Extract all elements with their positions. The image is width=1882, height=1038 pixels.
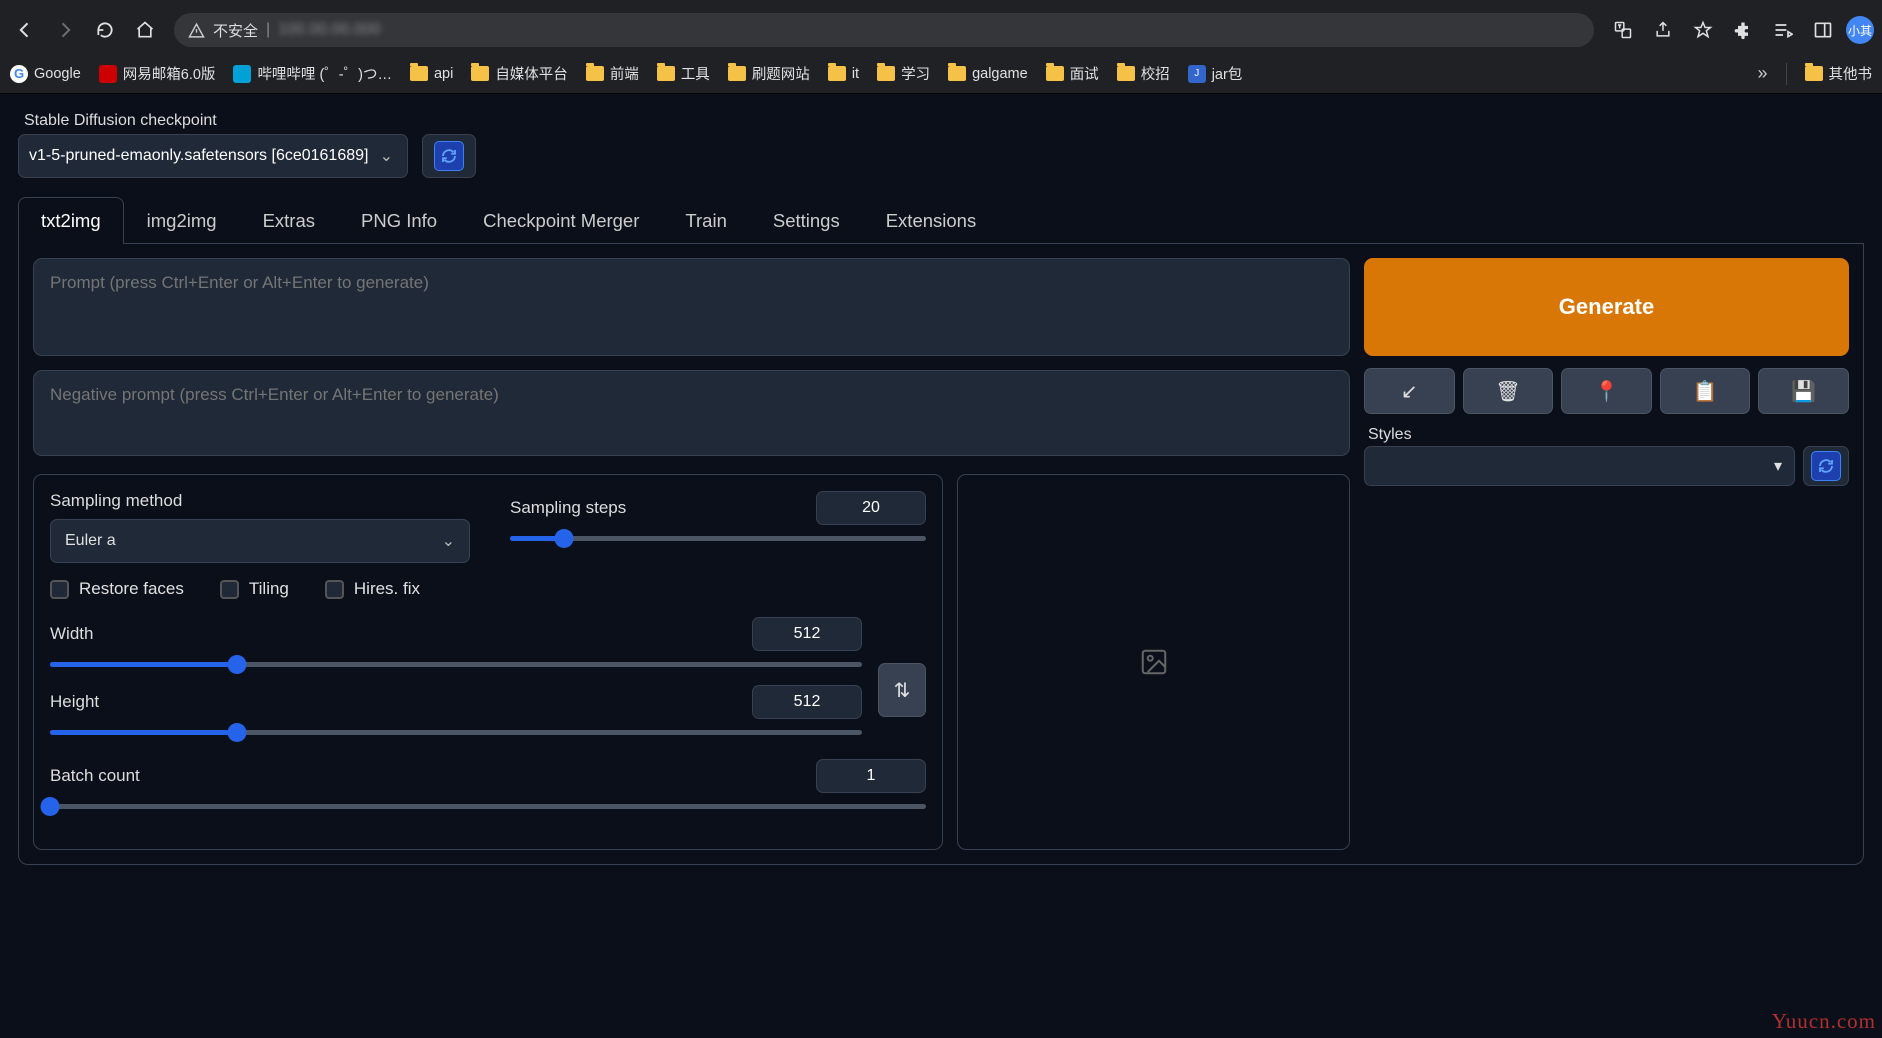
save-button[interactable]: 💾: [1758, 368, 1849, 414]
batch-count-value[interactable]: 1: [816, 759, 926, 793]
negative-prompt-input[interactable]: [33, 370, 1350, 456]
refresh-icon: [434, 141, 464, 171]
sidepanel-icon[interactable]: [1806, 13, 1840, 47]
bookmark-icon: G: [10, 65, 28, 83]
width-slider[interactable]: [50, 657, 862, 671]
tab-png-info[interactable]: PNG Info: [338, 197, 460, 244]
styles-select[interactable]: ▾: [1364, 446, 1795, 486]
tab-txt2img[interactable]: txt2img: [18, 197, 124, 244]
bookmarks-overflow[interactable]: »: [1757, 63, 1767, 84]
bookmark-icon: J: [1188, 65, 1206, 83]
bookmark-icon: [1046, 66, 1064, 81]
tab-img2img[interactable]: img2img: [124, 197, 240, 244]
bookmark-item[interactable]: 面试: [1046, 63, 1099, 84]
bookmark-icon: [1117, 66, 1135, 81]
styles-label: Styles: [1364, 426, 1795, 444]
bookmark-item[interactable]: GGoogle: [10, 65, 81, 83]
tab-settings[interactable]: Settings: [750, 197, 863, 244]
bookmark-item[interactable]: 学习: [877, 63, 930, 84]
tab-checkpoint-merger[interactable]: Checkpoint Merger: [460, 197, 662, 244]
star-icon[interactable]: [1686, 13, 1720, 47]
caret-down-icon: ▾: [1774, 456, 1782, 476]
bookmark-item[interactable]: 校招: [1117, 63, 1170, 84]
bookmark-item[interactable]: Jjar包: [1188, 63, 1243, 84]
url-text: 100.00.00.000: [278, 21, 380, 39]
home-button[interactable]: [128, 13, 162, 47]
bookmarks-bar: GGoogle 网易邮箱6.0版哔哩哔哩 (゜-゜)つ… api 自媒体平台前端工具刷…: [0, 54, 1882, 94]
bookmark-icon: [99, 65, 117, 83]
bookmark-item[interactable]: 哔哩哔哩 (゜-゜)つ…: [233, 63, 392, 84]
generation-settings: Sampling method Euler a ⌄ Sampling steps…: [33, 474, 943, 850]
other-bookmarks[interactable]: 其他书: [1805, 63, 1873, 84]
flag-button[interactable]: 📍: [1561, 368, 1652, 414]
bookmark-icon: [233, 65, 251, 83]
checkpoint-select[interactable]: v1-5-pruned-emaonly.safetensors [6ce0161…: [18, 134, 408, 178]
clear-button[interactable]: 🗑: [1463, 368, 1554, 414]
checkbox-hires-fix[interactable]: Hires. fix: [325, 579, 420, 599]
batch-count-slider[interactable]: [50, 799, 926, 813]
sampling-method-label: Sampling method: [50, 491, 470, 511]
main-tabs: txt2imgimg2imgExtrasPNG InfoCheckpoint M…: [18, 196, 1864, 244]
watermark: Yuucn.com: [1772, 1009, 1876, 1034]
sampling-steps-value[interactable]: 20: [816, 491, 926, 525]
checkbox-restore-faces[interactable]: Restore faces: [50, 579, 184, 599]
paste-button[interactable]: 📋: [1660, 368, 1751, 414]
refresh-icon: [1811, 451, 1841, 481]
bookmark-icon: [657, 66, 675, 81]
bookmark-item[interactable]: 自媒体平台: [471, 63, 568, 84]
avatar[interactable]: 小其: [1846, 16, 1874, 44]
bookmark-icon: [877, 66, 895, 81]
image-placeholder-icon: [1139, 647, 1169, 677]
bookmark-icon: [586, 66, 604, 81]
bookmark-item[interactable]: 前端: [586, 63, 639, 84]
bookmark-icon: [728, 66, 746, 81]
bookmark-item[interactable]: api: [410, 66, 453, 82]
width-value[interactable]: 512: [752, 617, 862, 651]
chevron-down-icon: ⌄: [380, 146, 393, 166]
tab-extensions[interactable]: Extensions: [863, 197, 1000, 244]
bookmark-item[interactable]: 工具: [657, 63, 710, 84]
forward-button[interactable]: [48, 13, 82, 47]
warning-icon: [188, 22, 205, 39]
height-slider[interactable]: [50, 725, 862, 739]
bookmark-item[interactable]: 网易邮箱6.0版: [99, 63, 216, 84]
generate-button[interactable]: Generate: [1364, 258, 1849, 356]
reload-button[interactable]: [88, 13, 122, 47]
bookmark-item[interactable]: 刷题网站: [728, 63, 810, 84]
bookmark-icon: [948, 66, 966, 81]
interrogate-button[interactable]: ↙: [1364, 368, 1455, 414]
sampling-steps-label: Sampling steps: [510, 498, 626, 518]
sampling-method-select[interactable]: Euler a ⌄: [50, 519, 470, 563]
sampling-steps-slider[interactable]: [510, 531, 926, 545]
back-button[interactable]: [8, 13, 42, 47]
bookmark-icon: [828, 66, 846, 81]
width-label: Width: [50, 624, 93, 644]
swap-dimensions-button[interactable]: ⇅: [878, 663, 926, 717]
browser-toolbar: 不安全 | 100.00.00.000 小其: [0, 6, 1882, 54]
height-label: Height: [50, 692, 99, 712]
playlist-icon[interactable]: [1766, 13, 1800, 47]
chevron-down-icon: ⌄: [442, 531, 455, 551]
bookmark-item[interactable]: it: [828, 66, 859, 82]
tab-train[interactable]: Train: [662, 197, 749, 244]
bookmark-icon: [471, 66, 489, 81]
checkpoint-refresh[interactable]: [422, 134, 476, 178]
output-preview: [957, 474, 1350, 850]
styles-refresh-button[interactable]: [1803, 446, 1849, 486]
address-bar[interactable]: 不安全 | 100.00.00.000: [174, 13, 1594, 47]
extensions-icon[interactable]: [1726, 13, 1760, 47]
bookmark-icon: [410, 66, 428, 81]
checkpoint-label: Stable Diffusion checkpoint: [18, 112, 408, 130]
bookmark-item[interactable]: galgame: [948, 66, 1028, 82]
height-value[interactable]: 512: [752, 685, 862, 719]
prompt-input[interactable]: [33, 258, 1350, 356]
checkbox-tiling[interactable]: Tiling: [220, 579, 289, 599]
translate-icon[interactable]: [1606, 13, 1640, 47]
tab-extras[interactable]: Extras: [240, 197, 338, 244]
share-icon[interactable]: [1646, 13, 1680, 47]
batch-count-label: Batch count: [50, 766, 140, 786]
insecure-label: 不安全: [213, 20, 258, 41]
